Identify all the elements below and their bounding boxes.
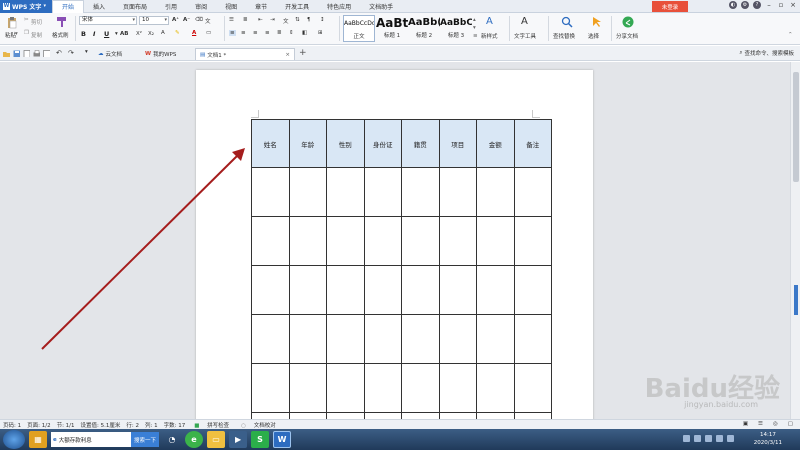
status-bar: 页码: 1 页面: 1/2 节: 1/1 设置值: 5.1厘米 行: 2 列: … xyxy=(0,419,800,429)
side-panel-handle[interactable] xyxy=(794,285,798,315)
spell-check-label: 拼写检查 xyxy=(207,422,230,429)
browser-icon[interactable]: ◔ xyxy=(163,431,181,448)
tray-icon[interactable] xyxy=(683,435,690,442)
scrollbar-thumb[interactable] xyxy=(793,72,799,182)
status-spell-check[interactable]: ■ 拼写检查 xyxy=(188,421,235,429)
tray-icon[interactable] xyxy=(716,435,723,442)
status-word-count[interactable]: 字数: 17 xyxy=(161,421,189,429)
status-column: 列: 1 xyxy=(144,422,158,429)
taskbar-search-value: 大额存款利息 xyxy=(58,437,92,444)
clock-date: 2020/3/11 xyxy=(753,440,782,446)
system-tray xyxy=(683,435,734,442)
status-page-number: 页码: 1 xyxy=(3,422,22,429)
baidu-watermark-url: jingyan.baidu.com xyxy=(684,400,758,409)
status-position: 设置值: 5.1厘米 xyxy=(80,422,121,429)
media-icon[interactable]: ▶ xyxy=(229,431,248,448)
taskbar-search-input[interactable]: e 大额存款利息 xyxy=(51,432,131,447)
proofread-label: 文档校对 xyxy=(253,422,276,429)
folder-icon[interactable]: ▭ xyxy=(207,431,226,448)
tray-icon[interactable] xyxy=(705,435,712,442)
tray-icon[interactable] xyxy=(727,435,734,442)
annotation-arrow-line xyxy=(41,154,239,350)
check-icon: ■ xyxy=(194,422,200,429)
clock-time: 14:17 xyxy=(759,432,776,438)
reading-view-icon[interactable]: ▢ xyxy=(785,421,796,427)
wps-spreadsheet-icon[interactable]: S xyxy=(251,431,270,448)
view-controls: ▣ ☰ ◎ ▢ xyxy=(740,421,796,427)
proofread-icon: ○ xyxy=(241,422,246,429)
page-view-icon[interactable]: ▣ xyxy=(740,421,751,427)
wps-writer-icon[interactable]: W xyxy=(273,431,292,448)
tray-icon[interactable] xyxy=(694,435,701,442)
status-proofread[interactable]: ○ 文档校对 xyxy=(235,421,282,429)
vertical-scrollbar[interactable] xyxy=(790,62,800,419)
app-icon[interactable]: ▦ xyxy=(29,431,47,448)
status-section: 节: 1/1 xyxy=(56,422,75,429)
status-row: 行: 2 xyxy=(126,422,139,429)
ie-icon: e xyxy=(53,436,57,443)
taskbar-clock[interactable]: 14:17 2020/3/11 xyxy=(754,431,782,447)
status-page-count: 页面: 1/2 xyxy=(27,422,51,429)
start-button[interactable] xyxy=(3,430,25,449)
windows-taskbar: ▦ e 大额存款利息 搜索一下 ◔ e ▭ ▶ S W 14:17 2020/3… xyxy=(0,429,800,450)
taskbar-search-button[interactable]: 搜索一下 xyxy=(131,432,160,447)
web-view-icon[interactable]: ◎ xyxy=(770,421,781,427)
browser-360-icon[interactable]: e xyxy=(185,431,204,448)
outline-view-icon[interactable]: ☰ xyxy=(755,421,766,427)
